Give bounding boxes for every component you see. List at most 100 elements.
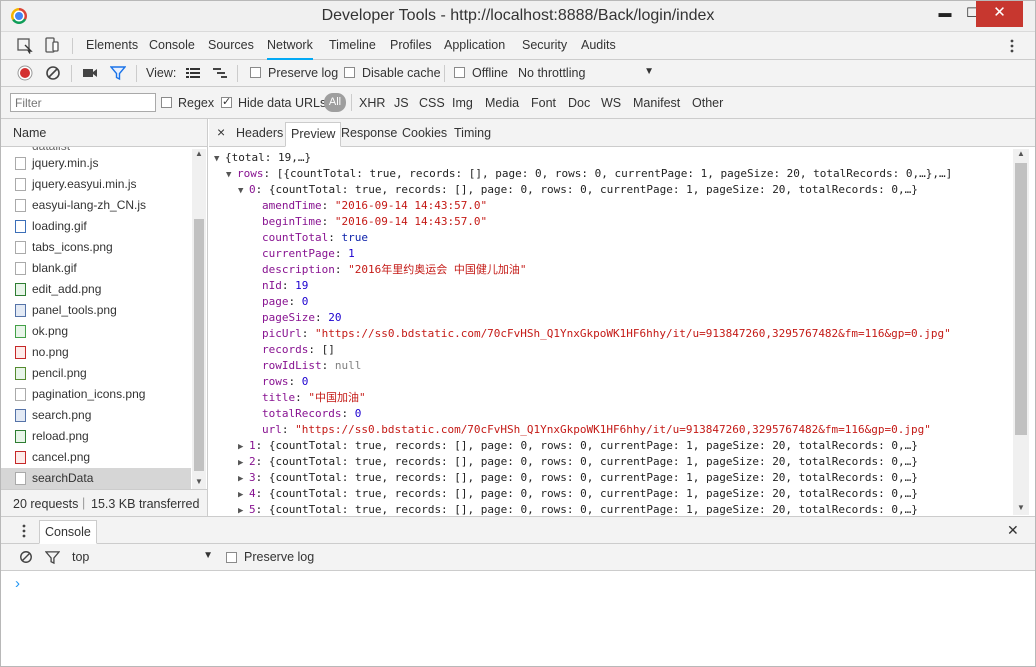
- tree-property[interactable]: nId: 19: [262, 278, 308, 294]
- request-row[interactable]: jquery.easyui.min.js: [1, 174, 191, 195]
- request-row[interactable]: no.png: [1, 342, 191, 363]
- request-row[interactable]: cancel.png: [1, 447, 191, 468]
- filter-img[interactable]: Img: [452, 96, 473, 110]
- collapse-triangle-icon[interactable]: ▶: [238, 471, 249, 487]
- preserve-log-checkbox[interactable]: [250, 67, 261, 78]
- filter-icon[interactable]: [110, 65, 126, 81]
- filter-manifest[interactable]: Manifest: [633, 96, 680, 110]
- tree-item-collapsed[interactable]: ▶ 2: {countTotal: true, records: [], page…: [238, 454, 918, 470]
- request-row[interactable]: pagination_icons.png: [1, 384, 191, 405]
- request-row[interactable]: loading.gif: [1, 216, 191, 237]
- disable-cache-checkbox[interactable]: [344, 67, 355, 78]
- tree-property[interactable]: pageSize: 20: [262, 310, 341, 326]
- tab-preview[interactable]: Preview: [285, 122, 342, 147]
- tab-profiles[interactable]: Profiles: [390, 38, 432, 52]
- filter-js[interactable]: JS: [394, 96, 409, 110]
- record-icon[interactable]: [17, 65, 33, 81]
- inspect-element-icon[interactable]: [17, 38, 33, 54]
- tab-cookies[interactable]: Cookies: [402, 126, 447, 140]
- tree-property[interactable]: description: "2016年里约奥运会 中国健儿加油": [262, 262, 526, 278]
- close-detail-icon[interactable]: ×: [217, 124, 225, 140]
- scroll-down-icon[interactable]: ▼: [1017, 503, 1025, 512]
- request-row[interactable]: tabs_icons.png: [1, 237, 191, 258]
- tree-rows-node[interactable]: ▼ rows: [{countTotal: true, records: [], …: [226, 166, 952, 182]
- tree-root[interactable]: ▼ {total: 19,…}: [214, 150, 311, 166]
- scroll-up-icon[interactable]: ▲: [195, 149, 203, 158]
- scrollbar-thumb[interactable]: [1015, 163, 1027, 435]
- expand-triangle-icon[interactable]: ▼: [238, 183, 249, 199]
- close-window-button[interactable]: ✕: [976, 1, 1023, 27]
- request-row[interactable]: jquery.min.js: [1, 153, 191, 174]
- tree-property[interactable]: rows: 0: [262, 374, 308, 390]
- tab-console[interactable]: Console: [149, 38, 195, 52]
- drawer-menu-icon[interactable]: [19, 523, 29, 539]
- console-filter-icon[interactable]: [45, 550, 60, 565]
- collapse-triangle-icon[interactable]: ▶: [238, 439, 249, 455]
- filter-other[interactable]: Other: [692, 96, 723, 110]
- request-row[interactable]: reload.png: [1, 426, 191, 447]
- tree-item-collapsed[interactable]: ▶ 3: {countTotal: true, records: [], page…: [238, 470, 918, 486]
- close-drawer-icon[interactable]: ✕: [1007, 522, 1019, 539]
- tree-property[interactable]: url: "https://ss0.bdstatic.com/70cFvHSh_…: [262, 422, 931, 438]
- tree-item-collapsed[interactable]: ▶ 5: {countTotal: true, records: [], page…: [238, 502, 918, 516]
- expand-triangle-icon[interactable]: ▼: [226, 167, 237, 183]
- device-mode-icon[interactable]: [44, 37, 60, 53]
- filter-font[interactable]: Font: [531, 96, 556, 110]
- request-row[interactable]: pencil.png: [1, 363, 191, 384]
- tree-property[interactable]: countTotal: true: [262, 230, 368, 246]
- name-column-header[interactable]: Name: [13, 126, 46, 140]
- regex-checkbox[interactable]: [161, 97, 172, 108]
- large-rows-icon[interactable]: [185, 65, 201, 81]
- tree-property[interactable]: title: "中国加油": [262, 390, 366, 406]
- context-select[interactable]: top ▼: [72, 550, 213, 564]
- tree-property[interactable]: currentPage: 1: [262, 246, 355, 262]
- tree-property[interactable]: amendTime: "2016-09-14 14:43:57.0": [262, 198, 487, 214]
- filter-media[interactable]: Media: [485, 96, 519, 110]
- request-row[interactable]: search.png: [1, 405, 191, 426]
- tab-timing[interactable]: Timing: [454, 126, 491, 140]
- request-row[interactable]: edit_add.png: [1, 279, 191, 300]
- tree-property[interactable]: picUrl: "https://ss0.bdstatic.com/70cFvH…: [262, 326, 951, 342]
- tree-property[interactable]: beginTime: "2016-09-14 14:43:57.0": [262, 214, 487, 230]
- tab-network[interactable]: Network: [267, 38, 313, 60]
- filter-doc[interactable]: Doc: [568, 96, 590, 110]
- request-list-scrollbar[interactable]: ▲ ▼: [192, 149, 206, 489]
- collapse-triangle-icon[interactable]: ▶: [238, 455, 249, 471]
- filter-css[interactable]: CSS: [419, 96, 445, 110]
- tree-item-collapsed[interactable]: ▶ 4: {countTotal: true, records: [], page…: [238, 486, 918, 502]
- filter-input[interactable]: [10, 93, 156, 112]
- request-row[interactable]: panel_tools.png: [1, 300, 191, 321]
- console-preserve-log-checkbox[interactable]: [226, 552, 237, 563]
- tab-sources[interactable]: Sources: [208, 38, 254, 52]
- tab-audits[interactable]: Audits: [581, 38, 616, 52]
- throttling-select[interactable]: No throttling ▼: [518, 66, 654, 80]
- expand-triangle-icon[interactable]: ▼: [214, 151, 225, 167]
- scrollbar-thumb[interactable]: [194, 219, 204, 471]
- scroll-down-icon[interactable]: ▼: [195, 477, 203, 486]
- offline-checkbox[interactable]: [454, 67, 465, 78]
- filter-xhr[interactable]: XHR: [359, 96, 385, 110]
- request-row-selected[interactable]: searchData: [1, 468, 191, 489]
- request-row[interactable]: easyui-lang-zh_CN.js: [1, 195, 191, 216]
- clear-console-icon[interactable]: [19, 550, 33, 564]
- request-row[interactable]: ok.png: [1, 321, 191, 342]
- waterfall-icon[interactable]: [212, 65, 228, 81]
- scroll-up-icon[interactable]: ▲: [1017, 149, 1025, 158]
- tab-response[interactable]: Response: [341, 126, 397, 140]
- hide-data-urls-checkbox[interactable]: [221, 95, 232, 108]
- collapse-triangle-icon[interactable]: ▶: [238, 503, 249, 516]
- tab-timeline[interactable]: Timeline: [329, 38, 376, 52]
- drawer-tab-console[interactable]: Console: [39, 520, 97, 544]
- preview-scrollbar[interactable]: ▲ ▼: [1013, 149, 1029, 515]
- filter-all-button[interactable]: All: [324, 93, 346, 112]
- tree-item-expanded[interactable]: ▼ 0: {countTotal: true, records: [], page…: [238, 182, 918, 198]
- capture-screenshots-icon[interactable]: [82, 65, 98, 81]
- tree-property[interactable]: page: 0: [262, 294, 308, 310]
- filter-ws[interactable]: WS: [601, 96, 621, 110]
- tab-elements[interactable]: Elements: [86, 38, 138, 52]
- more-options-icon[interactable]: [1006, 38, 1018, 54]
- console-prompt[interactable]: ›: [15, 575, 20, 592]
- tree-property[interactable]: totalRecords: 0: [262, 406, 361, 422]
- tab-application[interactable]: Application: [444, 38, 505, 52]
- collapse-triangle-icon[interactable]: ▶: [238, 487, 249, 503]
